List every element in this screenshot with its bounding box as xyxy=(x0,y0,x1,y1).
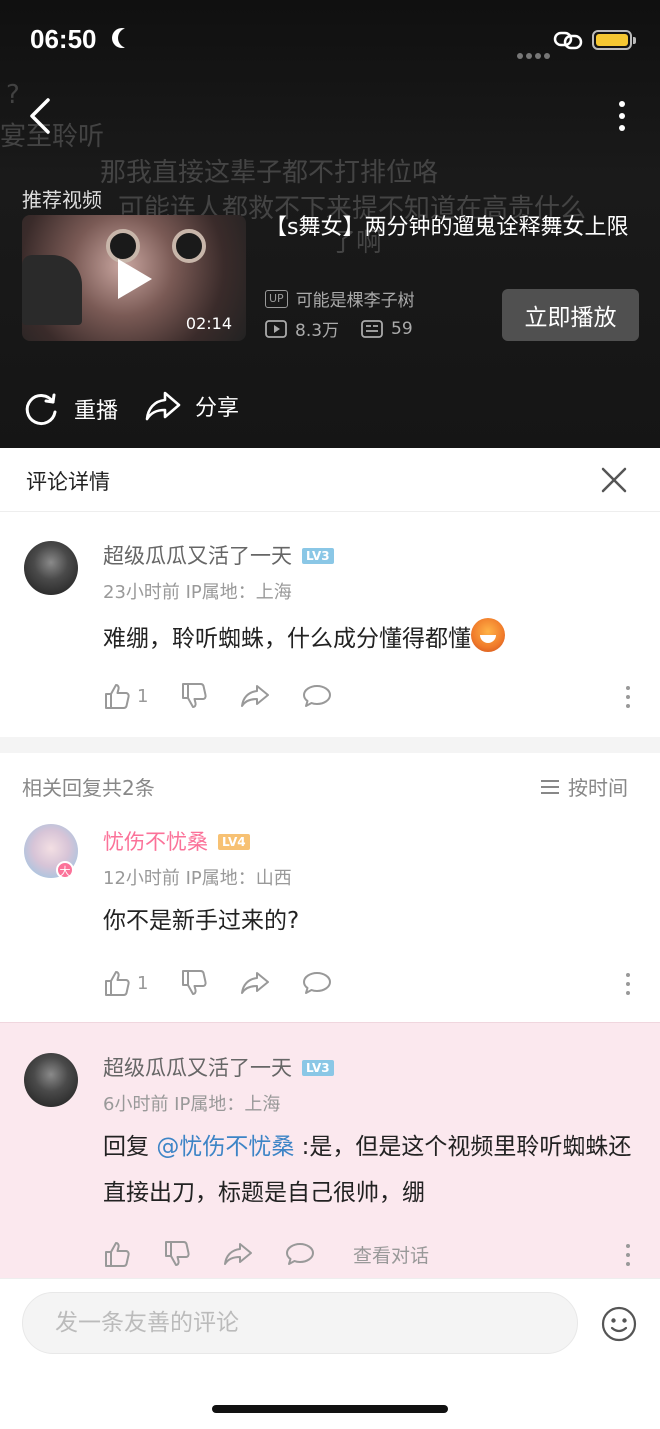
view-conversation-link[interactable]: 查看对话 xyxy=(353,1241,429,1268)
reply-username[interactable]: 忧伤不忧桑 LV4 xyxy=(103,826,250,856)
danmaku-count-icon xyxy=(361,319,383,338)
link-icon xyxy=(553,31,583,50)
thumbs-up-icon xyxy=(105,684,130,709)
back-icon[interactable] xyxy=(22,96,58,136)
reply-actions: 查看对话 xyxy=(103,1240,461,1268)
reply-meta: 6小时前 IP属地：上海 xyxy=(103,1094,281,1115)
comment-username[interactable]: 超级瓜瓜又活了一天 LV3 xyxy=(103,540,334,570)
reply-more-icon[interactable] xyxy=(624,1244,632,1268)
replies-count: 相关回复共2条 xyxy=(22,776,155,800)
level-badge: LV4 xyxy=(218,834,250,850)
play-icon[interactable] xyxy=(118,259,152,299)
level-badge: LV3 xyxy=(302,1060,334,1076)
reply-button[interactable] xyxy=(302,970,332,996)
panel-title: 评论详情 xyxy=(26,470,110,494)
emoji-icon[interactable] xyxy=(601,1306,637,1342)
more-icon[interactable] xyxy=(610,98,634,134)
replay-button[interactable]: 重播 xyxy=(22,390,118,428)
section-divider xyxy=(0,737,660,753)
recommended-video-stats: 8.3万 59 xyxy=(265,316,413,341)
avatar[interactable] xyxy=(24,1053,78,1107)
play-count-icon xyxy=(265,319,287,338)
speech-bubble-icon xyxy=(286,1243,314,1265)
thumbs-up-icon xyxy=(105,971,130,996)
reply-more-icon[interactable] xyxy=(624,973,632,997)
sort-icon xyxy=(541,779,559,794)
reply-button[interactable] xyxy=(285,1241,315,1267)
sort-label: 按时间 xyxy=(568,776,628,800)
dislike-button[interactable] xyxy=(163,1240,191,1268)
like-button[interactable]: 1 xyxy=(103,682,148,710)
vip-badge: 大 xyxy=(56,861,74,879)
laughing-emoji-icon xyxy=(471,618,505,652)
thumbs-down-icon xyxy=(182,970,208,995)
up-badge: UP xyxy=(265,289,288,308)
signal-icon xyxy=(517,44,553,63)
thumbs-down-icon xyxy=(182,683,208,708)
recommended-video-title[interactable]: 【s舞女】两分钟的遛鬼诠释舞女上限 xyxy=(265,213,640,243)
reply-text: 回复 @忧伤不忧桑 :是，但是这个视频里聆听蜘蛛还直接出刀，标题是自己很帅，绷 xyxy=(103,1124,643,1216)
speech-bubble-icon xyxy=(303,972,332,994)
comment-actions: 1 xyxy=(103,682,364,710)
close-icon[interactable] xyxy=(600,466,628,494)
thumbnail-art xyxy=(22,255,82,325)
battery-icon xyxy=(592,30,636,50)
like-count: 1 xyxy=(137,972,149,994)
share-arrow-icon xyxy=(241,685,270,707)
share-arrow-icon xyxy=(224,1243,252,1265)
comment-meta: 23小时前 IP属地：上海 xyxy=(103,582,292,603)
forward-button[interactable] xyxy=(240,683,270,709)
view-count: 8.3万 xyxy=(295,321,340,341)
thumbs-down-icon xyxy=(165,1241,190,1266)
replay-label: 重播 xyxy=(74,399,119,424)
moon-icon xyxy=(118,28,138,48)
comment-text: 难绷，聆听蜘蛛，什么成分懂得都懂 xyxy=(103,616,643,662)
comment-input[interactable]: 发一条友善的评论 xyxy=(22,1292,578,1354)
level-badge: LV3 xyxy=(302,548,334,564)
video-player[interactable]: ? 宴至聆听 那我直接这辈子都不打排位咯 可能连人都救不下来提不知道在高贵什么 … xyxy=(0,0,660,448)
username-text: 忧伤不忧桑 xyxy=(103,830,208,854)
comment-detail-header: 评论详情 xyxy=(0,448,660,512)
home-indicator xyxy=(212,1405,448,1413)
avatar[interactable] xyxy=(24,541,78,595)
reply-username[interactable]: 超级瓜瓜又活了一天 LV3 xyxy=(103,1052,334,1082)
share-button[interactable]: 分享 xyxy=(145,390,239,422)
danmaku-text: ? xyxy=(6,80,20,110)
share-label: 分享 xyxy=(195,396,240,421)
reply-actions: 1 xyxy=(103,969,364,997)
share-icon xyxy=(145,391,181,421)
comment-body: 难绷，聆听蜘蛛，什么成分懂得都懂 xyxy=(103,626,471,652)
video-duration: 02:14 xyxy=(185,314,232,333)
dislike-button[interactable] xyxy=(180,969,208,997)
recommended-video-author[interactable]: UP 可能是棵李子树 xyxy=(265,286,415,311)
status-time: 06:50 xyxy=(30,24,97,54)
danmaku-count: 59 xyxy=(391,318,413,339)
author-name: 可能是棵李子树 xyxy=(295,291,415,311)
mention-link[interactable]: @忧伤不忧桑 xyxy=(156,1134,294,1160)
reply-text: 你不是新手过来的? xyxy=(103,908,300,934)
reply-meta: 12小时前 IP属地：山西 xyxy=(103,868,292,889)
like-button[interactable]: 1 xyxy=(103,969,148,997)
comment-more-icon[interactable] xyxy=(624,686,632,710)
reply-prefix: 回复 xyxy=(103,1134,157,1160)
danmaku-text: 那我直接这辈子都不打排位咯 xyxy=(100,158,439,188)
sort-by-time-button[interactable]: 按时间 xyxy=(540,772,628,801)
reply-button[interactable] xyxy=(302,683,332,709)
thumbs-up-icon xyxy=(105,1242,130,1267)
like-button[interactable] xyxy=(103,1240,131,1268)
speech-bubble-icon xyxy=(303,685,332,707)
replay-icon xyxy=(25,393,57,426)
username-text: 超级瓜瓜又活了一天 xyxy=(103,1056,292,1080)
status-bar: 06:50 xyxy=(0,0,660,80)
forward-button[interactable] xyxy=(223,1241,253,1267)
dislike-button[interactable] xyxy=(180,682,208,710)
forward-button[interactable] xyxy=(240,970,270,996)
like-count: 1 xyxy=(137,685,149,707)
share-arrow-icon xyxy=(241,972,270,994)
recommended-video-thumbnail[interactable]: 02:14 xyxy=(22,215,246,341)
recommend-label: 推荐视频 xyxy=(22,188,102,212)
play-now-button[interactable]: 立即播放 xyxy=(502,289,639,341)
username-text: 超级瓜瓜又活了一天 xyxy=(103,544,292,568)
